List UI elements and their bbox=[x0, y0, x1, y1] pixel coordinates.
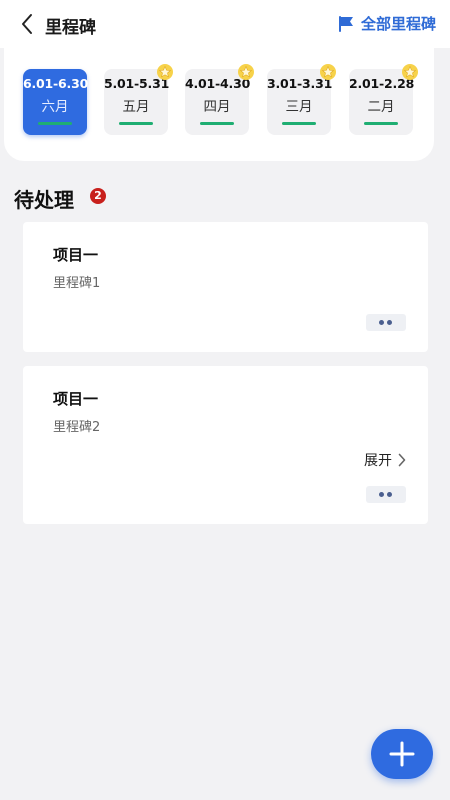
month-name: 四月 bbox=[203, 99, 231, 115]
month-progress-bar bbox=[38, 122, 72, 125]
task-milestone: 里程碑2 bbox=[53, 420, 101, 435]
more-dots-icon bbox=[387, 320, 392, 325]
month-card-june[interactable]: 6.01-6.30 六月 bbox=[23, 69, 89, 135]
all-milestones-label: 全部里程碑 bbox=[360, 15, 436, 33]
more-dots-icon bbox=[387, 492, 392, 497]
expand-label: 展开 bbox=[364, 453, 392, 469]
month-name: 五月 bbox=[122, 99, 150, 115]
month-selector: 6.01-6.30 六月 5.01-5.31 五月 4.01-4.30 四月 3… bbox=[4, 48, 434, 161]
task-title: 项目一 bbox=[53, 390, 99, 408]
star-icon bbox=[157, 64, 173, 80]
more-dots-icon bbox=[379, 320, 384, 325]
chevron-left-icon bbox=[22, 14, 32, 34]
chevron-right-icon bbox=[398, 453, 406, 467]
task-milestone: 里程碑1 bbox=[53, 276, 101, 291]
month-progress-bar bbox=[200, 122, 234, 125]
star-icon bbox=[238, 64, 254, 80]
star-icon bbox=[402, 64, 418, 80]
flag-icon bbox=[338, 15, 353, 32]
expand-button[interactable]: 展开 bbox=[364, 450, 406, 470]
month-range: 6.01-6.30 bbox=[23, 76, 89, 91]
header-bar: 里程碑 全部里程碑 bbox=[0, 0, 450, 48]
month-name: 六月 bbox=[41, 99, 69, 115]
pending-count-badge: 2 bbox=[90, 188, 106, 204]
more-button[interactable] bbox=[366, 486, 406, 503]
task-card[interactable]: 项目一 里程碑2 展开 bbox=[23, 366, 428, 524]
month-card-may[interactable]: 5.01-5.31 五月 bbox=[104, 64, 173, 135]
month-progress-bar bbox=[282, 122, 316, 125]
more-button[interactable] bbox=[366, 314, 406, 331]
month-card-february[interactable]: 2.01-2.28 二月 bbox=[349, 64, 418, 135]
month-card-march[interactable]: 3.01-3.31 三月 bbox=[267, 64, 336, 135]
add-button[interactable] bbox=[371, 729, 433, 779]
page-title: 里程碑 bbox=[45, 18, 96, 38]
plus-icon bbox=[389, 741, 415, 767]
month-name: 三月 bbox=[285, 99, 313, 115]
task-card[interactable]: 项目一 里程碑1 bbox=[23, 222, 428, 352]
back-button[interactable] bbox=[20, 12, 40, 36]
month-progress-bar bbox=[119, 122, 153, 125]
task-title: 项目一 bbox=[53, 246, 99, 264]
month-progress-bar bbox=[364, 122, 398, 125]
all-milestones-button[interactable]: 全部里程碑 bbox=[336, 13, 436, 34]
month-card-april[interactable]: 4.01-4.30 四月 bbox=[185, 64, 254, 135]
pending-section-title: 待处理 bbox=[14, 188, 74, 212]
month-name: 二月 bbox=[367, 99, 395, 115]
more-dots-icon bbox=[379, 492, 384, 497]
star-icon bbox=[320, 64, 336, 80]
